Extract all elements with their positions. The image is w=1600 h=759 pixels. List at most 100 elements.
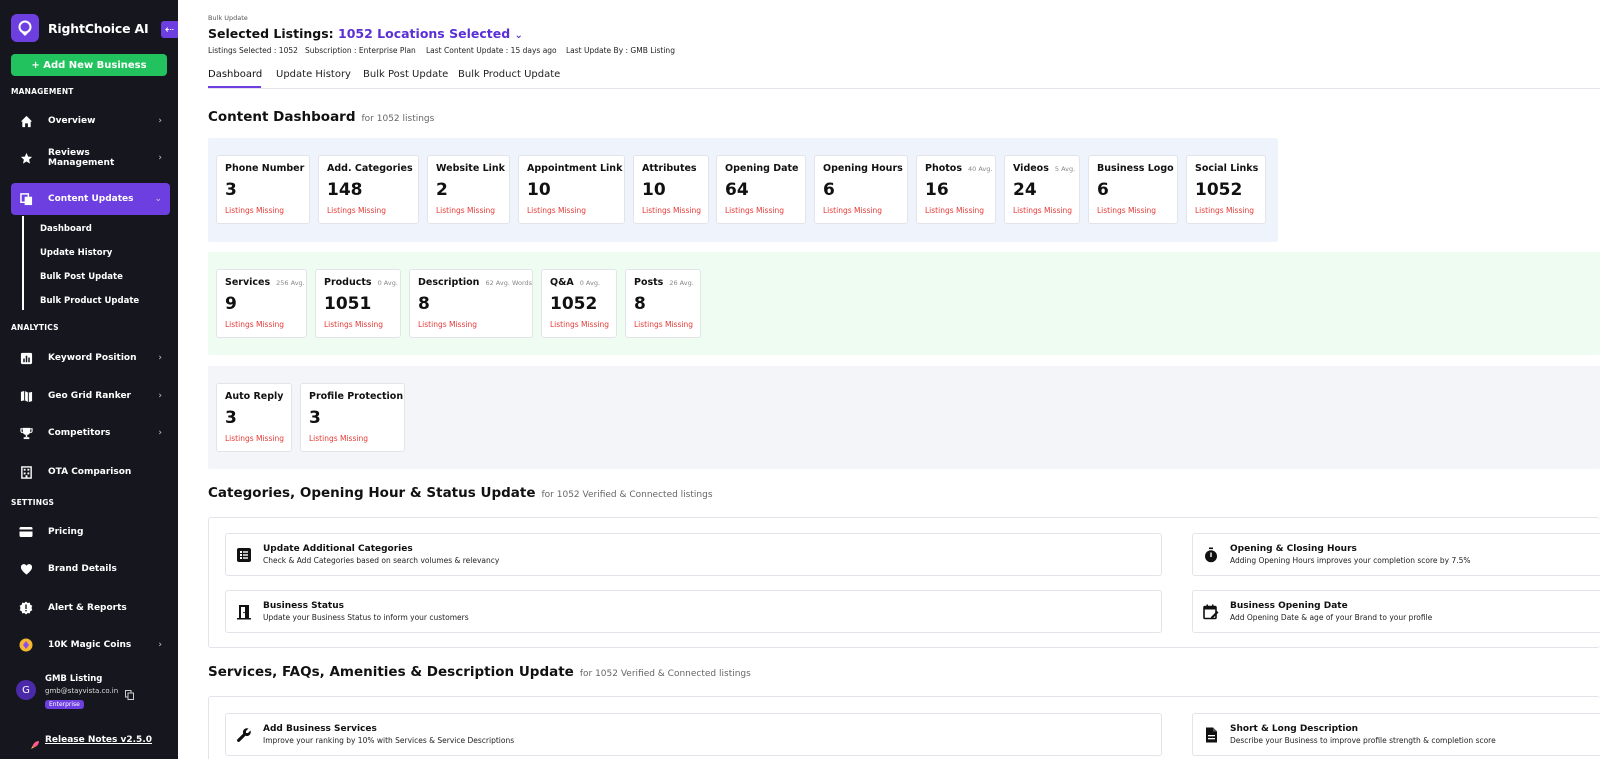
stat-card[interactable]: Attributes 10 Listings Missing <box>633 155 709 224</box>
copy-pages-icon <box>19 192 33 206</box>
stat-card[interactable]: Q&A 0 Avg. 1052 Listings Missing <box>541 269 617 338</box>
chevron-down-icon: ⌄ <box>514 30 523 41</box>
stat-card[interactable]: Services 256 Avg. 9 Listings Missing <box>216 269 307 338</box>
sidebar-item-brand-details[interactable]: Brand Details <box>11 553 170 585</box>
opening-hours-card[interactable]: Opening & Closing Hours Adding Opening H… <box>1192 533 1600 576</box>
submenu-update-history[interactable]: Update History <box>40 248 112 258</box>
sidebar-item-competitors[interactable]: Competitors › <box>11 417 170 449</box>
card-title: Photos 40 Avg. <box>925 163 992 174</box>
stat-card[interactable]: Website Link 2 Listings Missing <box>427 155 510 224</box>
stat-card[interactable]: Auto Reply 3 Listings Missing <box>216 383 292 452</box>
sidebar-item-label: Brand Details <box>48 564 117 574</box>
card-missing: Listings Missing <box>642 206 701 215</box>
card-value: 1052 <box>550 294 598 314</box>
stat-card[interactable]: Posts 26 Avg. 8 Listings Missing <box>625 269 701 338</box>
stat-card[interactable]: Photos 40 Avg. 16 Listings Missing <box>916 155 996 224</box>
dashboard-row-content: Services 256 Avg. 9 Listings Missing Produc… <box>208 252 1600 355</box>
sidebar-item-alert-reports[interactable]: Alert & Reports <box>11 592 170 624</box>
services-actions: Add Business Services Improve your ranki… <box>208 696 1600 759</box>
page-title: Selected Listings: 1052 Locations Select… <box>208 26 523 41</box>
card-value: 3 <box>225 408 237 428</box>
tab-bulk-product-update[interactable]: Bulk Product Update <box>458 69 560 80</box>
sidebar-item-content-updates[interactable]: Content Updates ⌄ <box>11 183 170 215</box>
map-icon <box>19 389 33 403</box>
add-business-services-card[interactable]: Add Business Services Improve your ranki… <box>225 713 1162 756</box>
card-value: 6 <box>823 180 835 200</box>
sidebar-item-overview[interactable]: Overview › <box>11 105 170 137</box>
stat-card[interactable]: Social Links 1052 Listings Missing <box>1186 155 1266 224</box>
sidebar-item-label: Geo Grid Ranker <box>48 391 131 401</box>
star-icon <box>19 151 33 165</box>
card-title: Attributes <box>642 163 697 174</box>
release-notes-link[interactable]: Release Notes v2.5.0 <box>45 735 152 745</box>
card-value: 64 <box>725 180 749 200</box>
stat-card[interactable]: Phone Number 3 Listings Missing <box>216 155 310 224</box>
submenu-bulk-product-update[interactable]: Bulk Product Update <box>40 296 139 306</box>
card-avg: 0 Avg. <box>579 279 601 287</box>
card-missing: Listings Missing <box>550 320 609 329</box>
user-email: gmb@stayvista.co.in <box>45 687 119 695</box>
stat-card[interactable]: Description 62 Avg. Words 8 Listings Missin… <box>409 269 533 338</box>
action-desc: Adding Opening Hours improves your compl… <box>1230 556 1471 565</box>
stat-card[interactable]: Profile Protection 3 Listings Missing <box>300 383 405 452</box>
stat-card[interactable]: Products 0 Avg. 1051 Listings Missing <box>315 269 401 338</box>
dashboard-row-profile: Phone Number 3 Listings Missing Add. Categ… <box>208 138 1278 242</box>
locations-selector[interactable]: 1052 Locations Selected ⌄ <box>338 26 523 41</box>
tab-dashboard[interactable]: Dashboard <box>208 69 262 80</box>
action-desc: Update your Business Status to inform yo… <box>263 613 469 622</box>
section-subtitle: for 1052 listings <box>361 114 435 124</box>
stat-card[interactable]: Add. Categories 148 Listings Missing <box>318 155 419 224</box>
sidebar-item-reviews[interactable]: Reviews Management › <box>11 142 170 174</box>
sidebar-item-geo-grid-ranker[interactable]: Geo Grid Ranker › <box>11 380 170 412</box>
tab-bulk-post-update[interactable]: Bulk Post Update <box>363 69 448 80</box>
stat-card[interactable]: Opening Date 64 Listings Missing <box>716 155 806 224</box>
business-status-card[interactable]: Business Status Update your Business Sta… <box>225 590 1162 633</box>
submenu-bulk-post-update[interactable]: Bulk Post Update <box>40 272 123 282</box>
chevron-right-icon: › <box>158 153 162 163</box>
sidebar-item-magic-coins[interactable]: 10K Magic Coins › <box>11 629 170 661</box>
card-title: Auto Reply <box>225 391 284 402</box>
sidebar: RightChoice AI ⇠ + Add New Business MANA… <box>0 0 178 759</box>
coin-icon <box>19 638 33 652</box>
card-avg: 26 Avg. <box>669 279 694 287</box>
card-title: Products 0 Avg. <box>324 277 398 288</box>
card-avg: 62 Avg. Words <box>485 279 533 287</box>
card-value: 10 <box>527 180 551 200</box>
card-title: Add. Categories <box>327 163 413 174</box>
sidebar-item-pricing[interactable]: Pricing <box>11 516 170 548</box>
card-missing: Listings Missing <box>634 320 693 329</box>
section-title: Content Dashboard <box>208 109 356 125</box>
description-card[interactable]: Short & Long Description Describe your B… <box>1192 713 1600 756</box>
sidebar-item-label: Overview <box>48 116 96 126</box>
stat-card[interactable]: Appointment Link 10 Listings Missing <box>518 155 625 224</box>
update-categories-card[interactable]: Update Additional Categories Check & Add… <box>225 533 1162 576</box>
sidebar-item-ota-comparison[interactable]: OTA Comparison <box>11 456 170 488</box>
card-title: Opening Hours <box>823 163 903 174</box>
card-title-text: Description <box>418 277 480 288</box>
card-title-text: Services <box>225 277 271 288</box>
card-missing: Listings Missing <box>309 434 368 443</box>
card-title: Description 62 Avg. Words <box>418 277 532 288</box>
card-title: Appointment Link <box>527 163 623 174</box>
sidebar-item-keyword-position[interactable]: Keyword Position › <box>11 342 170 374</box>
stat-card[interactable]: Opening Hours 6 Listings Missing <box>814 155 908 224</box>
collapse-sidebar-button[interactable]: ⇠ <box>161 21 178 38</box>
copy-icon[interactable] <box>125 685 134 704</box>
section-subtitle: for 1052 Verified & Connected listings <box>541 490 713 500</box>
card-missing: Listings Missing <box>925 206 984 215</box>
add-new-business-button[interactable]: + Add New Business <box>11 54 167 76</box>
action-title: Update Additional Categories <box>263 544 413 554</box>
meta-last-content: Last Content Update : 15 days ago <box>426 46 557 55</box>
card-missing: Listings Missing <box>225 206 284 215</box>
services-section-title: Services, FAQs, Amenities & Description … <box>208 664 751 680</box>
submenu-dashboard[interactable]: Dashboard <box>40 224 92 234</box>
chevron-right-icon: › <box>158 116 162 126</box>
business-opening-date-card[interactable]: Business Opening Date Add Opening Date &… <box>1192 590 1600 633</box>
stat-card[interactable]: Business Logo 6 Listings Missing <box>1088 155 1178 224</box>
plan-badge: Enterprise <box>45 700 84 709</box>
brand[interactable]: RightChoice AI <box>11 14 149 42</box>
tab-update-history[interactable]: Update History <box>276 69 351 80</box>
stat-card[interactable]: Videos 5 Avg. 24 Listings Missing <box>1004 155 1080 224</box>
action-title: Business Opening Date <box>1230 601 1348 611</box>
card-avg: 5 Avg. <box>1054 165 1076 173</box>
